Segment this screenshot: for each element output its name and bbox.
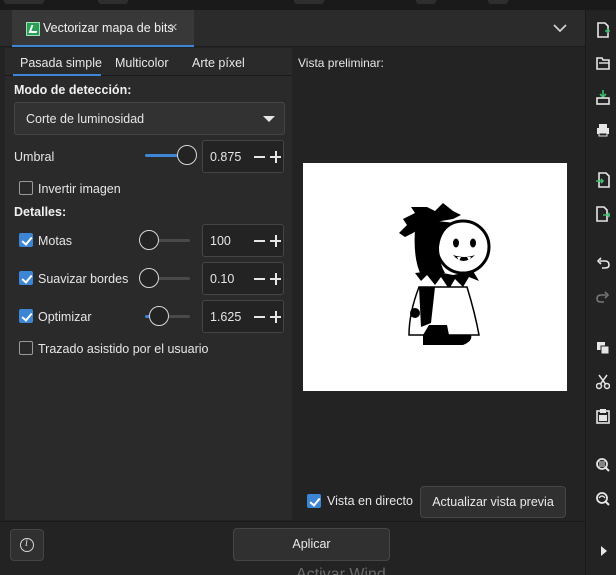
zoom-icon[interactable]	[596, 458, 610, 474]
optimize-slider[interactable]	[145, 306, 190, 326]
preview-label: Vista preliminar:	[298, 56, 384, 70]
undo-icon[interactable]	[596, 256, 610, 272]
slider-knob[interactable]	[149, 306, 169, 326]
plus-icon-stroke	[274, 273, 277, 285]
settings-panel: Pasada simple Multicolor Arte píxel Modo…	[5, 48, 292, 520]
smooth-corners-value[interactable]: 0.10	[210, 272, 234, 286]
new-document-icon[interactable]	[596, 22, 610, 38]
speckles-spinbox[interactable]: 100	[202, 224, 284, 257]
invert-image-checkbox[interactable]	[19, 181, 33, 195]
plus-icon-stroke	[274, 151, 277, 163]
threshold-slider[interactable]	[145, 145, 197, 165]
optimize-checkbox[interactable]	[19, 309, 33, 323]
active-tab-indicator	[13, 74, 101, 76]
duplicate-icon[interactable]	[596, 340, 610, 356]
save-icon[interactable]	[596, 89, 610, 105]
speckles-label[interactable]: Motas	[38, 234, 72, 248]
threshold-value[interactable]: 0.875	[210, 150, 241, 164]
apply-button[interactable]: Aplicar	[233, 528, 390, 561]
tab-multicolor[interactable]: Multicolor	[115, 56, 169, 70]
smooth-corners-slider[interactable]	[139, 268, 190, 288]
slider-knob[interactable]	[139, 268, 159, 288]
details-heading: Detalles:	[14, 205, 67, 219]
preview-image	[303, 163, 567, 391]
assisted-trace-checkbox[interactable]	[19, 341, 33, 355]
minus-icon[interactable]	[254, 156, 265, 158]
detection-mode-heading: Modo de detección:	[14, 83, 132, 97]
top-toolbar-button[interactable]	[488, 0, 508, 4]
preview-panel: Vista preliminar: Vista en directo Actua…	[293, 48, 585, 520]
smooth-corners-label[interactable]: Suavizar bordes	[38, 272, 128, 286]
open-folder-icon[interactable]	[596, 55, 610, 71]
detection-mode-select[interactable]: Corte de luminosidad	[14, 102, 285, 135]
right-toolbar	[585, 10, 616, 575]
speckles-value[interactable]: 100	[210, 234, 231, 248]
import-icon[interactable]	[596, 172, 610, 188]
jester-figure-image	[399, 203, 491, 345]
cut-icon[interactable]	[596, 374, 610, 390]
tab-single-scan[interactable]: Pasada simple	[20, 56, 102, 70]
optimize-label[interactable]: Optimizar	[38, 310, 91, 324]
expand-arrow-icon[interactable]	[596, 543, 610, 559]
live-preview-checkbox[interactable]	[307, 494, 321, 508]
invert-image-label[interactable]: Invertir imagen	[38, 182, 121, 196]
slider-knob[interactable]	[177, 145, 197, 165]
top-toolbar-button[interactable]	[416, 0, 436, 4]
smooth-corners-checkbox[interactable]	[19, 271, 33, 285]
activation-watermark: Activar Wind	[296, 566, 386, 575]
smooth-corners-spinbox[interactable]: 0.10	[202, 262, 284, 295]
update-preview-button[interactable]: Actualizar vista previa	[420, 486, 566, 518]
threshold-spinbox[interactable]: 0.875	[202, 140, 284, 173]
zoom-selection-icon[interactable]	[596, 492, 610, 508]
speckles-checkbox[interactable]	[19, 233, 33, 247]
minus-icon[interactable]	[254, 278, 265, 280]
live-preview-label[interactable]: Vista en directo	[327, 494, 413, 508]
detection-mode-value: Corte de luminosidad	[26, 112, 145, 126]
optimize-value[interactable]: 1.625	[210, 310, 241, 324]
top-toolbar-button[interactable]	[98, 0, 128, 4]
paste-icon[interactable]	[596, 408, 610, 424]
mode-tabs: Pasada simple Multicolor Arte píxel	[5, 48, 292, 76]
optimize-spinbox[interactable]: 1.625	[202, 300, 284, 333]
info-icon: i	[20, 538, 34, 552]
minus-icon[interactable]	[254, 316, 265, 318]
speckles-slider[interactable]	[139, 230, 190, 250]
threshold-label: Umbral	[14, 150, 55, 164]
top-toolbar-button[interactable]	[4, 0, 44, 4]
plus-icon-stroke	[274, 235, 277, 247]
minus-icon[interactable]	[254, 240, 265, 242]
redo-icon[interactable]	[596, 290, 610, 306]
close-icon[interactable]: ×	[169, 19, 178, 36]
tab-pixel-art[interactable]: Arte píxel	[192, 56, 245, 70]
trace-bitmap-icon	[26, 22, 40, 36]
assisted-trace-label[interactable]: Trazado asistido por el usuario	[38, 342, 208, 356]
print-icon[interactable]	[596, 122, 610, 138]
top-toolbar-button[interactable]	[294, 0, 324, 4]
slider-knob[interactable]	[139, 230, 159, 250]
export-icon[interactable]	[596, 206, 610, 222]
info-button[interactable]: i	[10, 529, 44, 561]
tab-trace-bitmap[interactable]: Vectorizar mapa de bits ×	[12, 10, 194, 47]
plus-icon-stroke	[274, 311, 277, 323]
dropdown-arrow-icon	[263, 116, 275, 122]
tab-title: Vectorizar mapa de bits	[43, 21, 174, 35]
chevron-down-icon[interactable]	[551, 19, 569, 37]
